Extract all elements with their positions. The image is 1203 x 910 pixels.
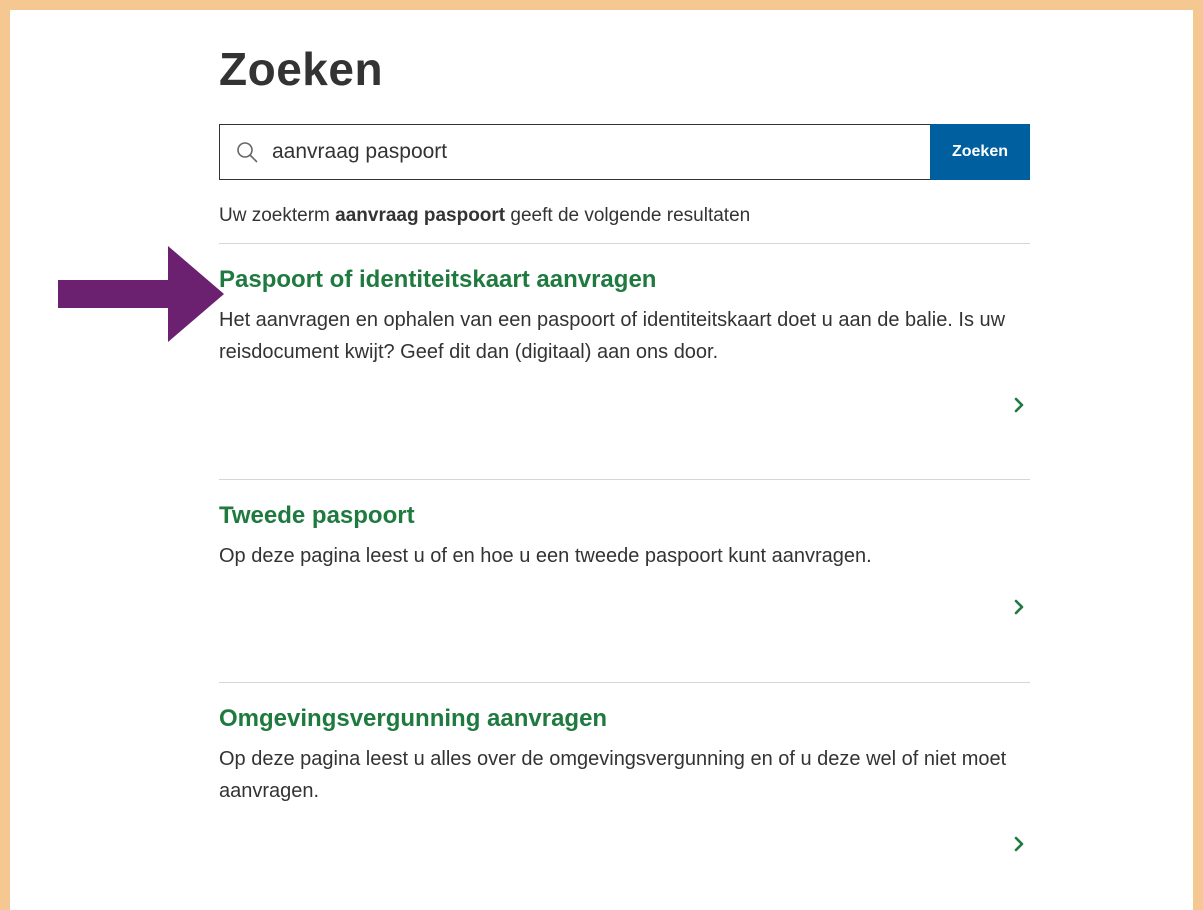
page-frame: Zoeken Zoeken Uw zoekterm aanvraag paspo… — [10, 10, 1193, 910]
result-description: Het aanvragen en ophalen van een paspoor… — [219, 309, 1006, 363]
chevron-right-icon[interactable] — [1012, 835, 1026, 853]
result-title-link[interactable]: Tweede paspoort — [219, 501, 1030, 531]
chevron-right-icon[interactable] — [1012, 598, 1026, 616]
summary-prefix: Uw zoekterm — [219, 205, 336, 226]
search-box[interactable] — [219, 124, 930, 180]
search-icon — [236, 141, 258, 163]
search-input[interactable] — [270, 131, 930, 173]
result-title-link[interactable]: Paspoort of identiteitskaart aanvragen — [219, 265, 1030, 295]
purple-arrow-icon — [58, 246, 224, 342]
search-form: Zoeken — [219, 124, 1030, 180]
result-description: Op deze pagina leest u of en hoe u een t… — [219, 545, 872, 567]
result-title-link[interactable]: Omgevingsvergunning aanvragen — [219, 704, 1030, 734]
search-summary: Uw zoekterm aanvraag paspoort geeft de v… — [219, 204, 1030, 228]
summary-term: aanvraag paspoort — [335, 205, 506, 226]
result-item: Tweede paspoort Op deze pagina leest u o… — [219, 479, 1030, 682]
chevron-right-icon[interactable] — [1012, 396, 1026, 414]
result-item: Paspoort of identiteitskaart aanvragen H… — [219, 243, 1030, 479]
page-title: Zoeken — [219, 43, 384, 95]
results-list: Paspoort of identiteitskaart aanvragen H… — [219, 243, 1030, 898]
result-item: Omgevingsvergunning aanvragen Op deze pa… — [219, 682, 1030, 898]
summary-suffix: geeft de volgende resultaten — [505, 205, 751, 226]
search-page-content: Zoeken Zoeken Uw zoekterm aanvraag paspo… — [219, 40, 1030, 898]
search-button[interactable]: Zoeken — [930, 124, 1030, 180]
result-description: Op deze pagina leest u alles over de omg… — [219, 748, 1007, 802]
